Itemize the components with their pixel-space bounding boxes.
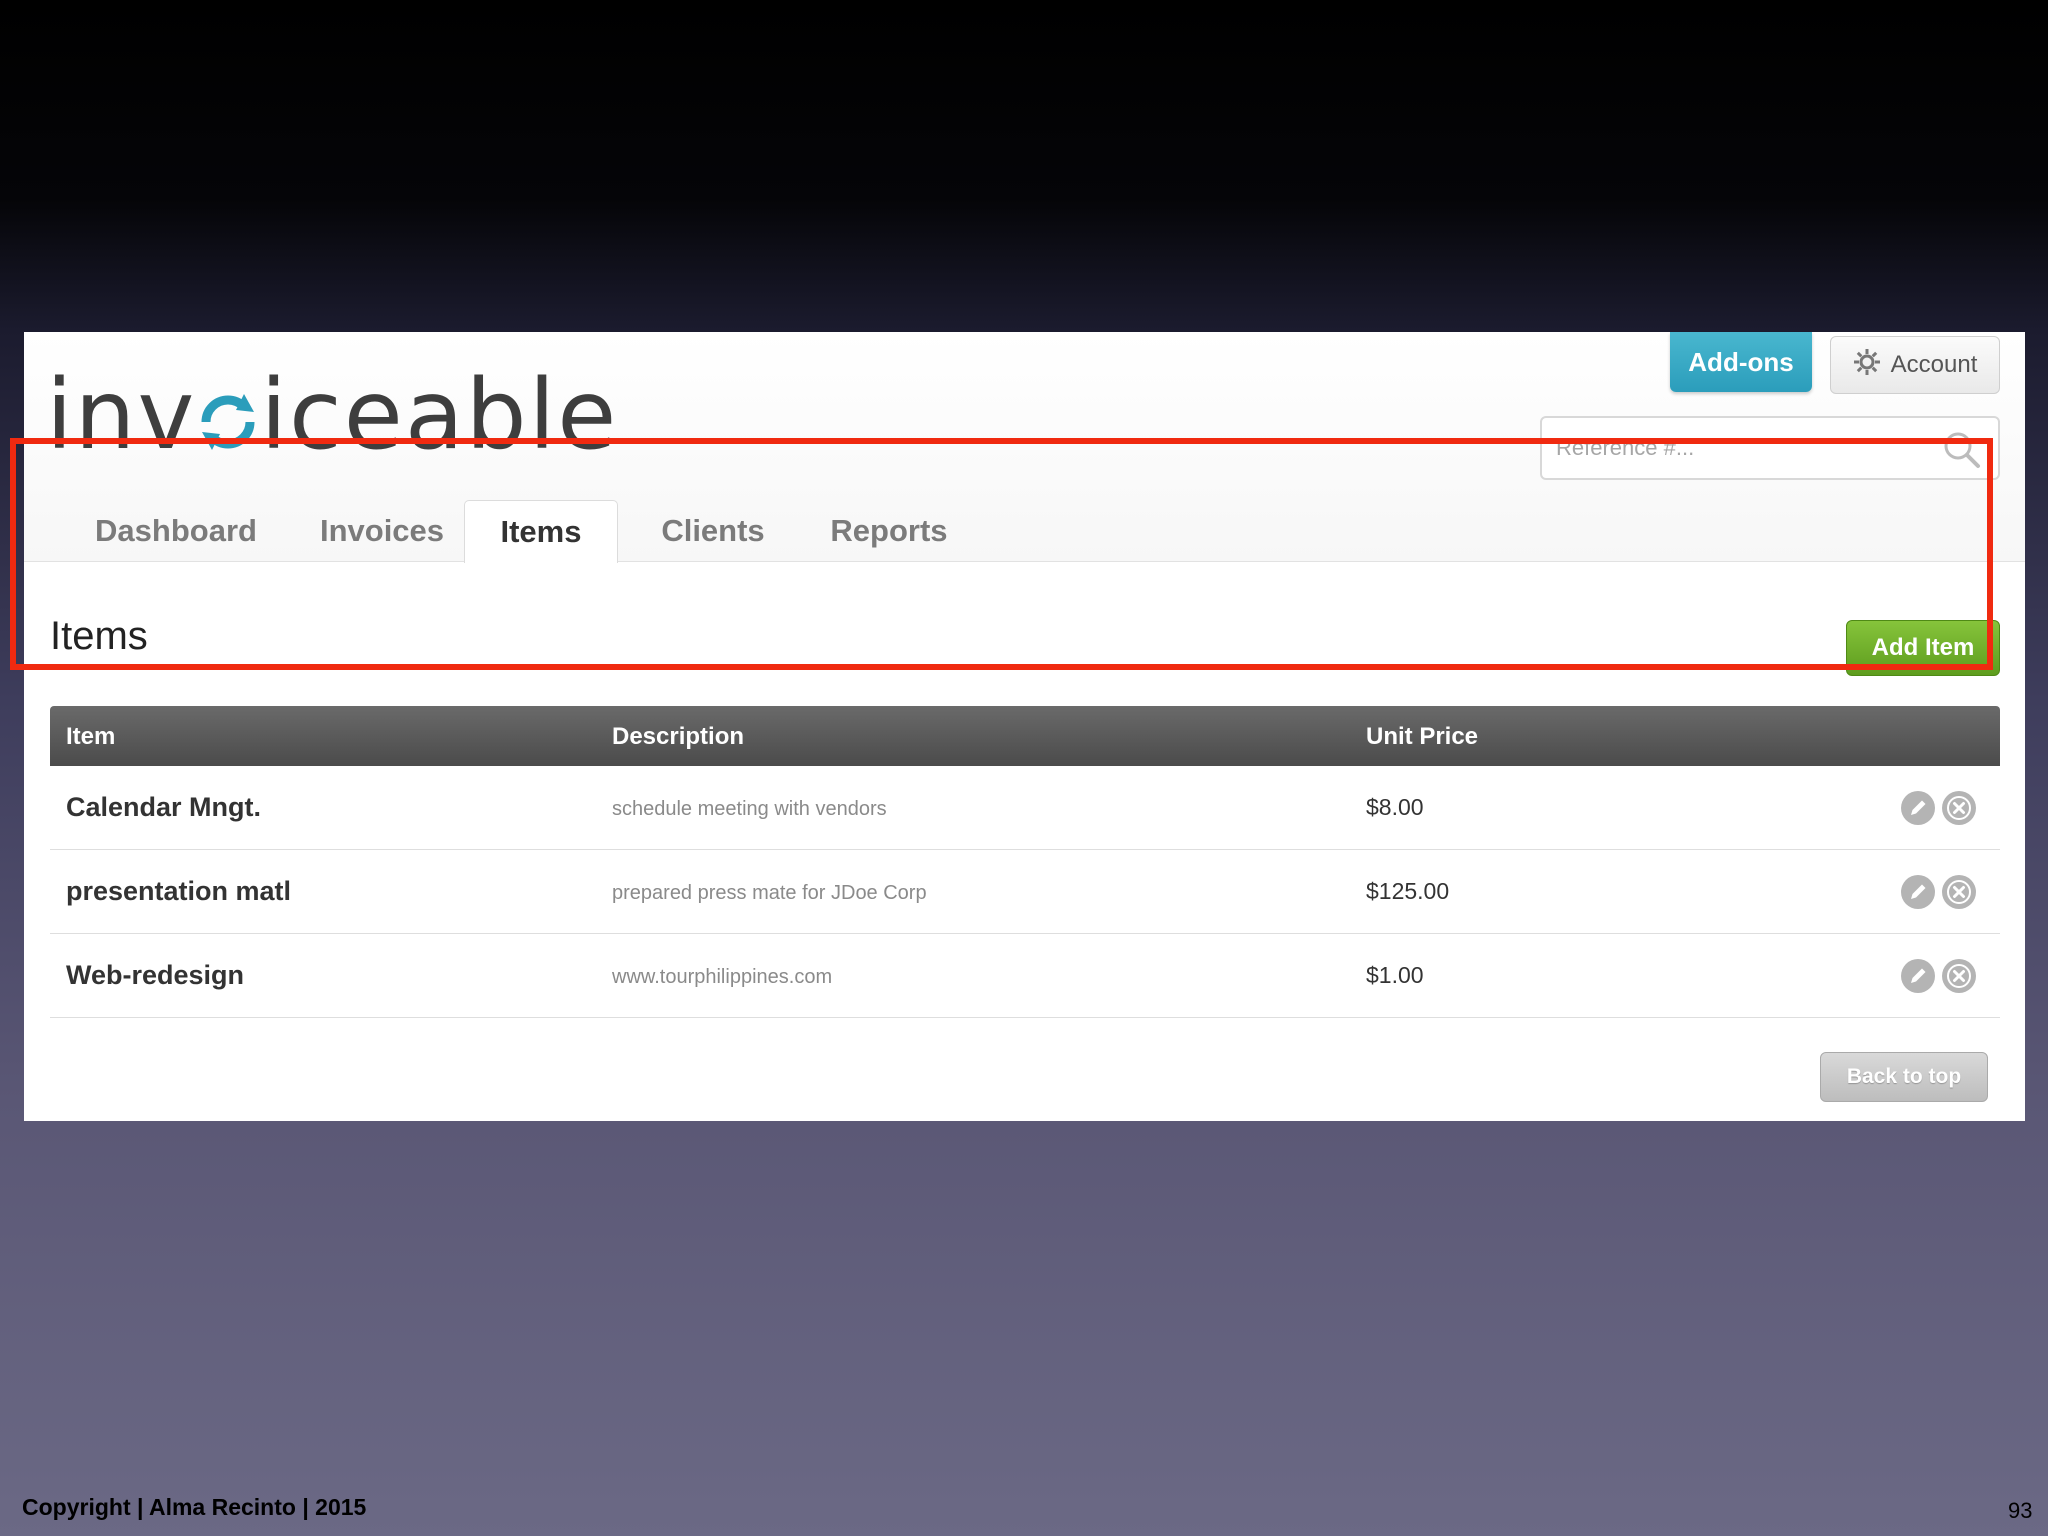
table-header: Item Description Unit Price bbox=[50, 706, 2000, 766]
slide-copyright: Copyright | Alma Recinto | 2015 bbox=[22, 1494, 367, 1520]
column-header-description: Description bbox=[612, 723, 745, 750]
page-title: Items bbox=[50, 614, 148, 658]
item-description: prepared press mate for JDoe Corp bbox=[612, 882, 927, 904]
edit-pencil-icon[interactable] bbox=[1900, 874, 1936, 915]
addons-button[interactable]: Add-ons bbox=[1670, 332, 1812, 392]
tab-dashboard[interactable]: Dashboard bbox=[76, 500, 276, 562]
account-button[interactable]: Account bbox=[1830, 336, 2000, 394]
item-description: www.tourphilippines.com bbox=[612, 966, 833, 988]
item-description: schedule meeting with vendors bbox=[612, 798, 887, 820]
back-to-top-button[interactable]: Back to top bbox=[1820, 1052, 1988, 1102]
delete-x-icon[interactable] bbox=[1941, 790, 1977, 831]
item-name[interactable]: presentation matl bbox=[66, 876, 291, 907]
edit-pencil-icon[interactable] bbox=[1900, 790, 1936, 831]
column-header-item: Item bbox=[66, 723, 116, 750]
refresh-logo-icon bbox=[196, 366, 260, 476]
reference-search-input[interactable] bbox=[1556, 428, 1936, 468]
column-header-unit-price: Unit Price bbox=[1366, 723, 1479, 750]
logo-text-suffix: iceable bbox=[260, 359, 619, 471]
slide-number: 93 bbox=[2008, 1498, 2033, 1523]
header: inv iceable Add-ons Account Dashboard Inv… bbox=[24, 332, 2025, 563]
app-window: inv iceable Add-ons Account Dashboard Inv… bbox=[24, 332, 2025, 1121]
tab-clients[interactable]: Clients bbox=[638, 500, 788, 562]
table-row[interactable]: presentation matl prepared press mate fo… bbox=[50, 850, 2000, 934]
item-name[interactable]: Calendar Mngt. bbox=[66, 792, 261, 823]
item-unit-price: $8.00 bbox=[1366, 794, 1424, 820]
table-row[interactable]: Calendar Mngt. schedule meeting with ven… bbox=[50, 766, 2000, 850]
edit-pencil-icon[interactable] bbox=[1900, 958, 1936, 999]
item-unit-price: $1.00 bbox=[1366, 962, 1424, 988]
gear-icon bbox=[1853, 348, 1881, 383]
account-label: Account bbox=[1890, 351, 1978, 378]
logo-text-prefix: inv bbox=[46, 359, 197, 471]
delete-x-icon[interactable] bbox=[1941, 958, 1977, 999]
item-unit-price: $125.00 bbox=[1366, 878, 1450, 904]
invoiceable-logo[interactable]: inv iceable bbox=[46, 360, 618, 470]
tab-invoices[interactable]: Invoices bbox=[294, 500, 470, 562]
item-name[interactable]: Web-redesign bbox=[66, 960, 244, 991]
tab-items[interactable]: Items bbox=[464, 500, 618, 563]
delete-x-icon[interactable] bbox=[1941, 874, 1977, 915]
add-item-button[interactable]: Add Item bbox=[1846, 620, 2000, 676]
search-icon[interactable] bbox=[1942, 430, 1982, 475]
reference-search-box[interactable] bbox=[1540, 416, 2000, 480]
table-row[interactable]: Web-redesign www.tourphilippines.com $1.… bbox=[50, 934, 2000, 1018]
tab-reports[interactable]: Reports bbox=[814, 500, 964, 562]
